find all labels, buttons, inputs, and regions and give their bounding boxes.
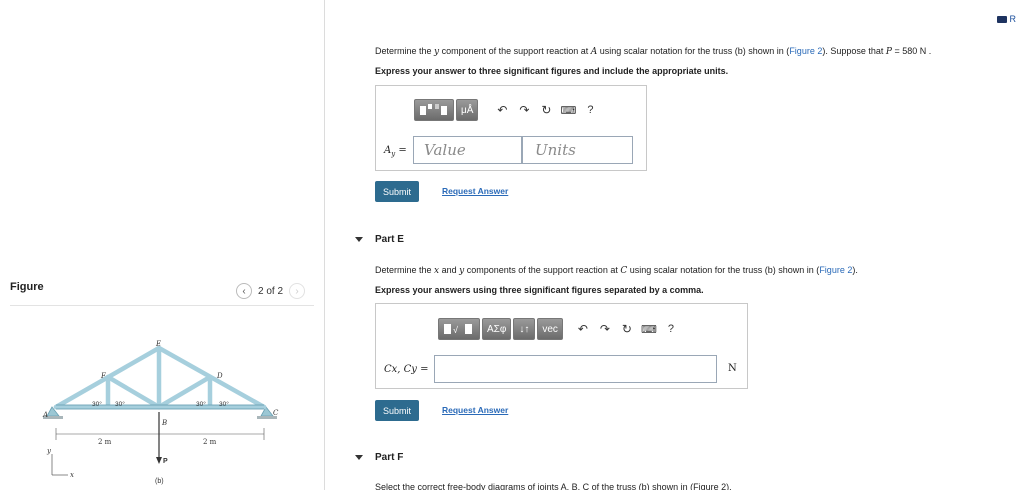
book-text: R: [1009, 14, 1017, 24]
question-pane: R Determine the y component of the suppo…: [325, 0, 1024, 490]
undo-icon[interactable]: ↶: [573, 318, 593, 340]
undo-icon[interactable]: ↶: [492, 99, 512, 121]
keyboard-icon[interactable]: ⌨: [639, 318, 659, 340]
caret-down-icon: [355, 455, 363, 460]
answer-input-cx-cy[interactable]: [434, 355, 717, 383]
prompt-text: Determine the: [375, 265, 435, 275]
angle-label: 30°: [196, 400, 206, 408]
load-label-p: P: [163, 458, 168, 465]
label-d: D: [216, 372, 223, 380]
angle-label: 30°: [92, 400, 102, 408]
chevron-right-icon[interactable]: ›: [289, 283, 306, 299]
parte-request-answer[interactable]: Request Answer: [442, 405, 508, 415]
value-input[interactable]: Value: [413, 136, 522, 164]
figure-pager: ‹ 2 of 2 ›: [236, 283, 306, 299]
parte-title: Part E: [375, 234, 404, 245]
answer-sub: y: [391, 150, 396, 158]
partd-submit-button[interactable]: Submit: [375, 181, 420, 202]
partd-prompt: Determine the y component of the support…: [375, 46, 931, 57]
partd-instruction: Express your answer to three significant…: [375, 66, 729, 76]
span-label: 2 m: [203, 438, 217, 446]
arrows-button[interactable]: ↓↑: [513, 318, 536, 340]
prompt-text: = 580 N .: [891, 46, 932, 56]
label-c: C: [273, 409, 279, 417]
vec-button[interactable]: vec: [537, 318, 563, 340]
prompt-text: ).: [852, 265, 858, 275]
unit-label: N: [728, 363, 737, 374]
pager-text: 2 of 2: [258, 285, 284, 297]
help-icon[interactable]: ?: [580, 99, 600, 121]
axis-x-label: x: [70, 471, 74, 479]
reset-icon[interactable]: ↻: [617, 318, 637, 340]
svg-text:√: √: [453, 325, 458, 335]
span-label: 2 m: [98, 438, 112, 446]
caret-down-icon: [355, 237, 363, 242]
truss-figure: A B C D E F 30° 30° 30° 30° 2 m 2 m P y: [42, 340, 279, 485]
figure-pane: Figure ‹ 2 of 2 › A B C D E F 30° 30° 30…: [0, 0, 324, 490]
answer-label-cx-cy: Cx, Cy =: [384, 364, 429, 375]
partd-toolbar: μÅ ↶ ↷ ↻ ⌨ ?: [414, 99, 600, 121]
figure-link[interactable]: Figure 2: [819, 265, 852, 275]
dimension-line: [55, 428, 265, 440]
parte-submit-button[interactable]: Submit: [375, 400, 420, 421]
parte-toolbar: √ ΑΣφ ↓↑ vec ↶ ↷ ↻ ⌨ ?: [438, 318, 681, 340]
figure-link[interactable]: Figure 2: [789, 46, 822, 56]
figure-caption: (b): [155, 478, 164, 485]
templates-icon[interactable]: √: [438, 318, 480, 340]
answer-label-ay: Ay =: [384, 145, 407, 158]
prompt-text: using scalar notation for the truss (b) …: [627, 265, 820, 275]
keyboard-icon[interactable]: ⌨: [558, 99, 578, 121]
parte-instruction: Express your answers using three signifi…: [375, 285, 704, 295]
parte-answer-box: √ ΑΣφ ↓↑ vec ↶ ↷ ↻ ⌨ ? Cx, Cy = N: [375, 303, 748, 389]
reset-icon[interactable]: ↻: [536, 99, 556, 121]
parte-prompt: Determine the x and y components of the …: [375, 265, 858, 276]
angle-label: 30°: [219, 400, 229, 408]
figure-title: Figure: [10, 281, 44, 293]
parte-header[interactable]: Part E: [355, 234, 404, 245]
prompt-text: ). Suppose that: [822, 46, 886, 56]
units-button[interactable]: μÅ: [456, 99, 479, 121]
templates-icon[interactable]: [414, 99, 454, 121]
partd-request-answer[interactable]: Request Answer: [442, 186, 508, 196]
partd-answer-box: μÅ ↶ ↷ ↻ ⌨ ? Ay = Value Units: [375, 85, 647, 171]
axis-y-label: y: [46, 447, 52, 455]
figure-divider: [10, 305, 314, 306]
prompt-text: components of the support reaction at: [464, 265, 621, 275]
greek-button[interactable]: ΑΣφ: [482, 318, 512, 340]
chevron-left-icon[interactable]: ‹: [236, 283, 252, 299]
angle-label: 30°: [115, 400, 125, 408]
partf-prompt: Select the correct free-body diagrams of…: [375, 482, 732, 490]
units-input[interactable]: Units: [522, 136, 633, 164]
label-e: E: [155, 340, 161, 348]
prompt-text: component of the support reaction at: [439, 46, 591, 56]
help-icon[interactable]: ?: [661, 318, 681, 340]
redo-icon[interactable]: ↷: [514, 99, 534, 121]
axes-icon: [51, 454, 68, 476]
prompt-text: Determine the: [375, 46, 435, 56]
prompt-text: using scalar notation for the truss (b) …: [597, 46, 790, 56]
truss-members: [53, 345, 267, 410]
label-a: A: [42, 411, 48, 419]
partf-header[interactable]: Part F: [355, 452, 403, 463]
partf-title: Part F: [375, 452, 404, 463]
prompt-text: and: [439, 265, 460, 275]
book-icon[interactable]: R: [996, 14, 1017, 24]
redo-icon[interactable]: ↷: [595, 318, 615, 340]
label-b: B: [161, 419, 167, 427]
